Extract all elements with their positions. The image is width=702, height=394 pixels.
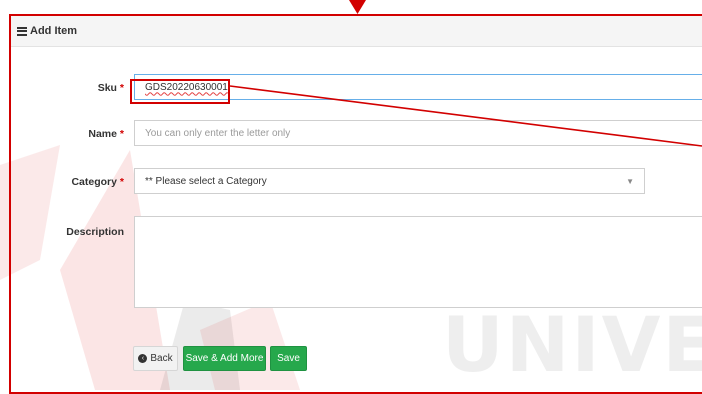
add-item-panel: Add Item Sku * GDS20220630001 Name * You… bbox=[9, 14, 702, 394]
annotation-arrowhead bbox=[349, 0, 366, 14]
category-select[interactable]: ** Please select a Category ▼ bbox=[134, 168, 645, 194]
required-asterisk: * bbox=[119, 82, 124, 94]
required-asterisk: * bbox=[119, 176, 124, 188]
circle-chevron-left-icon: ‹ bbox=[138, 354, 148, 363]
description-row: Description bbox=[11, 216, 702, 316]
save-and-add-more-button[interactable]: Save & Add More bbox=[183, 346, 266, 371]
back-label: Back bbox=[150, 353, 173, 364]
name-input[interactable]: You can only enter the letter only bbox=[134, 120, 702, 146]
description-label: Description bbox=[66, 226, 124, 238]
save-button[interactable]: Save bbox=[270, 346, 307, 371]
panel-title: Add Item bbox=[30, 25, 78, 37]
name-placeholder: You can only enter the letter only bbox=[145, 127, 291, 139]
name-label: Name * bbox=[88, 128, 124, 140]
required-asterisk: * bbox=[119, 128, 124, 140]
sku-highlight-box bbox=[130, 79, 230, 104]
sku-row: Sku * GDS20220630001 bbox=[11, 74, 702, 104]
sku-label: Sku * bbox=[97, 82, 124, 94]
category-selected: ** Please select a Category bbox=[145, 175, 267, 187]
category-row: Category * ** Please select a Category ▼ bbox=[11, 168, 702, 198]
description-textarea[interactable] bbox=[134, 216, 702, 308]
caret-down-icon: ▼ bbox=[626, 177, 634, 186]
list-icon bbox=[17, 26, 27, 36]
category-label: Category * bbox=[71, 176, 124, 188]
name-row: Name * You can only enter the letter onl… bbox=[11, 120, 702, 150]
panel-heading: Add Item bbox=[11, 16, 702, 47]
back-button[interactable]: ‹ Back bbox=[133, 346, 178, 371]
